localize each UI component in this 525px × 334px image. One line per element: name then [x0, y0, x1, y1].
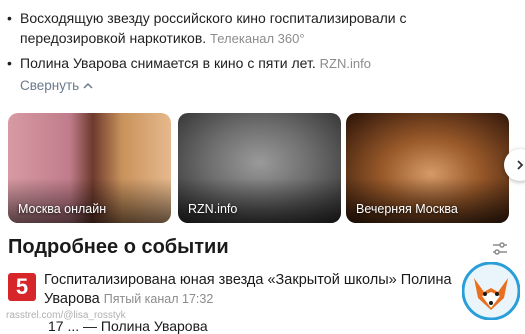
- fox-logo-icon: [462, 262, 520, 320]
- filter-settings-icon[interactable]: [492, 242, 508, 256]
- news-time: 17:32: [182, 292, 214, 306]
- chevron-right-icon: [517, 160, 524, 170]
- bullet-source[interactable]: RZN.info: [320, 56, 371, 71]
- news-item[interactable]: 5 Госпитализирована юная звезда «Закрыто…: [8, 269, 525, 309]
- carousel-card[interactable]: Москва онлайн: [8, 113, 171, 223]
- collapse-label: Свернуть: [20, 78, 80, 93]
- chevron-up-icon: [83, 82, 93, 89]
- watermark-text: rasstrel.com/@lisa_rosstyk: [6, 310, 126, 321]
- bullet-text: Восходящую звезду российского кино госпи…: [20, 8, 490, 49]
- card-source-label: Москва онлайн: [18, 202, 107, 216]
- bullet-dot: •: [7, 55, 12, 71]
- logo-text: 5: [15, 274, 29, 299]
- card-shade: [346, 178, 509, 223]
- card-source-label: RZN.info: [188, 202, 238, 216]
- collapse-button[interactable]: Свернуть: [20, 78, 93, 93]
- card-source-label: Вечерняя Москва: [356, 202, 458, 216]
- card-shade: [8, 178, 171, 223]
- carousel-card[interactable]: Вечерняя Москва: [346, 113, 509, 223]
- carousel-card[interactable]: RZN.info: [178, 113, 341, 223]
- bullet-text-content: Полина Уварова снимается в кино с пяти л…: [20, 55, 316, 71]
- news-title[interactable]: Госпитализирована юная звезда «Закрытой …: [44, 271, 484, 309]
- news-source: Пятый канал 17:32: [104, 292, 214, 306]
- bullet-dot: •: [7, 10, 12, 26]
- channel5-logo: 5: [8, 273, 36, 301]
- bullet-text: Полина Уварова снимается в кино с пяти л…: [20, 53, 490, 74]
- section-title: Подробнее о событии: [8, 236, 229, 258]
- bullet-source[interactable]: Телеканал 360°: [210, 31, 305, 46]
- image-carousel: Москва онлайн RZN.info Вечерняя Москва: [8, 113, 525, 223]
- news-source-name: Пятый канал: [103, 292, 179, 306]
- card-shade: [178, 178, 341, 223]
